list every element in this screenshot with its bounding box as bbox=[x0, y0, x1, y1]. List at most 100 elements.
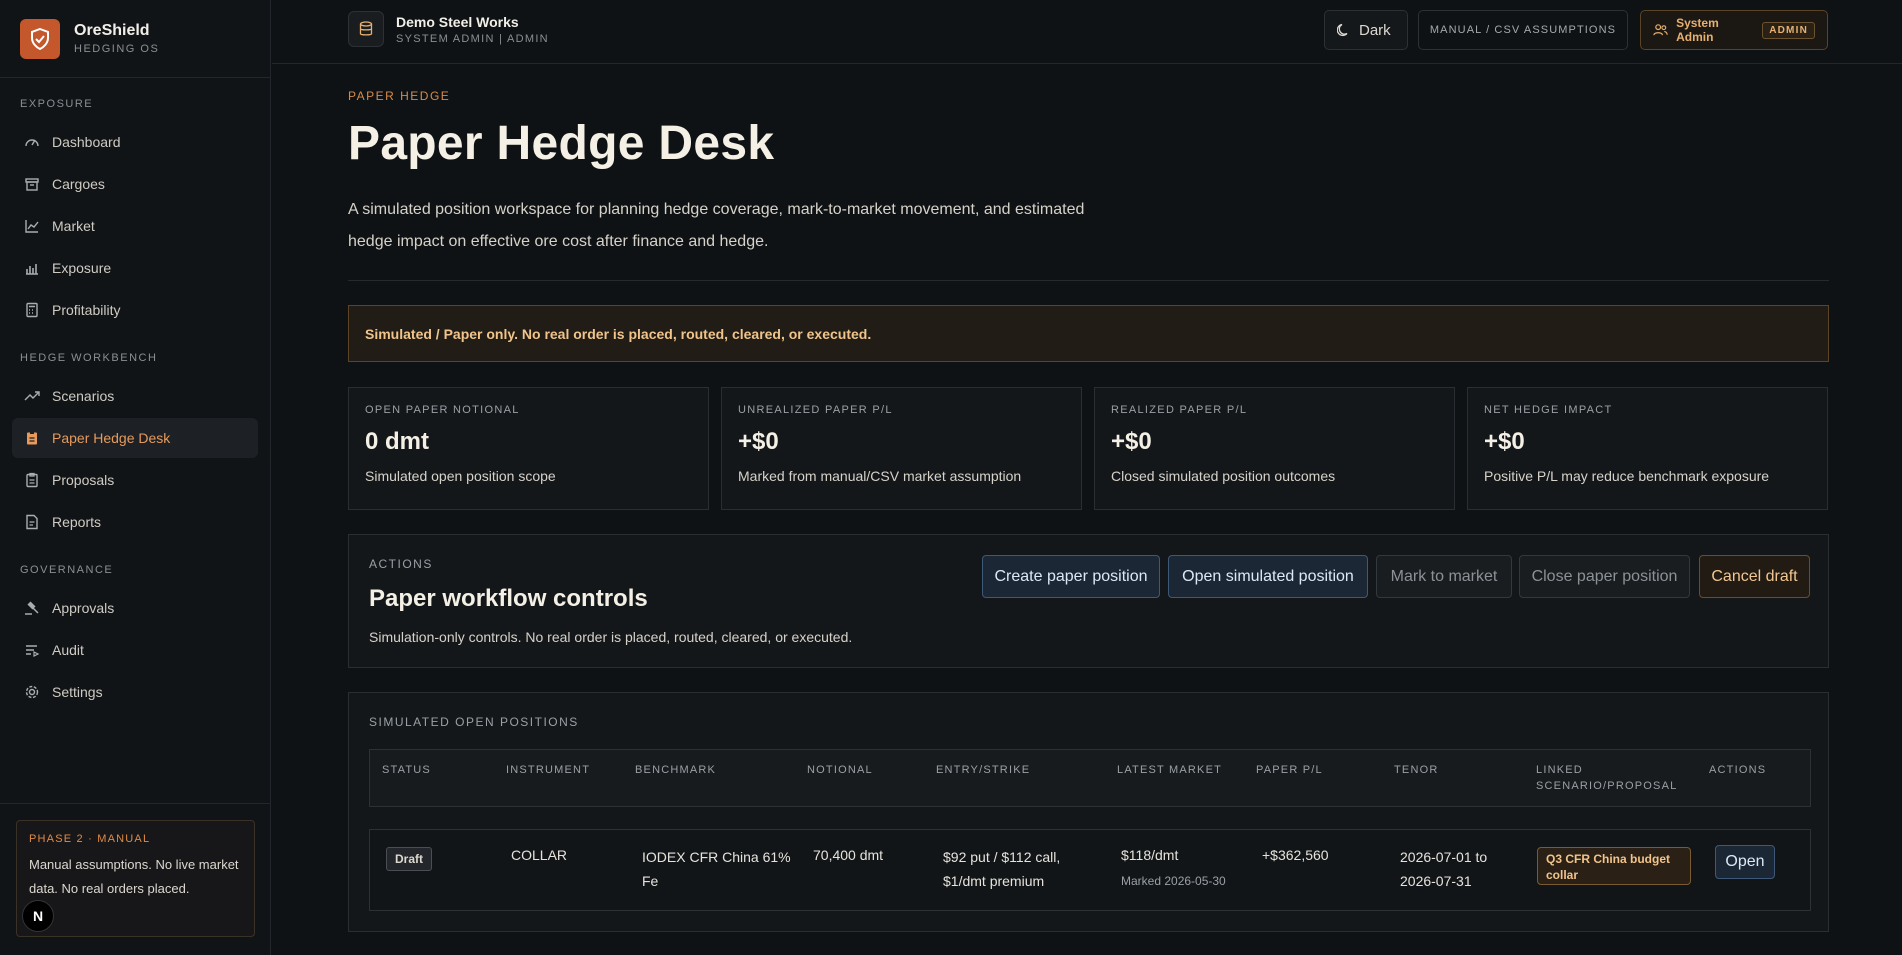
kpi-net-hedge-impact: NET HEDGE IMPACT +$0 Positive P/L may re… bbox=[1467, 387, 1828, 510]
brand-subtitle: HEDGING OS bbox=[74, 43, 160, 55]
organization: Demo Steel Works SYSTEM ADMIN | ADMIN bbox=[348, 11, 549, 47]
cancel-draft-button[interactable]: Cancel draft bbox=[1699, 555, 1810, 598]
column-header-status: STATUS bbox=[382, 764, 431, 776]
moon-icon bbox=[1337, 23, 1348, 37]
dev-tools-badge[interactable]: N bbox=[22, 900, 54, 932]
cell-entry-strike: $92 put / $112 call, $1/dmt premium bbox=[943, 849, 1061, 889]
user-name: System Admin bbox=[1676, 16, 1719, 44]
sidebar: OreShield HEDGING OS EXPOSURE Dashboard … bbox=[0, 0, 271, 955]
actions-subtitle: Simulation-only controls. No real order … bbox=[369, 629, 853, 645]
actions-title: Paper workflow controls bbox=[369, 585, 648, 612]
kpi-value: 0 dmt bbox=[365, 428, 430, 455]
sidebar-item-profitability[interactable]: Profitability bbox=[12, 290, 258, 330]
sidebar-item-label: Dashboard bbox=[52, 134, 121, 150]
kpi-subtitle: Positive P/L may reduce benchmark exposu… bbox=[1484, 468, 1770, 484]
sidebar-divider bbox=[0, 803, 271, 804]
kpi-label: UNREALIZED PAPER P/L bbox=[738, 404, 893, 416]
cell-tenor: 2026-07-01 to 2026-07-31 bbox=[1400, 849, 1488, 889]
positions-table-panel: SIMULATED OPEN POSITIONS STATUS INSTRUME… bbox=[348, 692, 1829, 932]
page-title: Paper Hedge Desk bbox=[348, 117, 775, 170]
brand[interactable]: OreShield HEDGING OS bbox=[0, 0, 270, 78]
org-subtitle: SYSTEM ADMIN | ADMIN bbox=[396, 32, 549, 45]
sidebar-item-label: Scenarios bbox=[52, 388, 115, 404]
calculator-icon bbox=[26, 302, 38, 318]
open-simulated-position-button[interactable]: Open simulated position bbox=[1168, 555, 1368, 598]
kpi-label: REALIZED PAPER P/L bbox=[1111, 404, 1248, 416]
create-paper-position-button[interactable]: Create paper position bbox=[982, 555, 1160, 598]
column-header-actions: ACTIONS bbox=[1709, 764, 1767, 776]
linked-scenario-badge[interactable]: Q3 CFR China budget collar bbox=[1537, 847, 1691, 885]
kpi-value: +$0 bbox=[1484, 428, 1525, 455]
sidebar-item-paper-hedge-desk[interactable]: Paper Hedge Desk bbox=[12, 418, 258, 458]
nav-section-governance: GOVERNANCE bbox=[20, 564, 114, 576]
status-badge: Draft bbox=[386, 847, 433, 871]
cell-paper-pl: +$362,560 bbox=[1262, 847, 1329, 863]
file-text-icon bbox=[26, 514, 38, 530]
sidebar-item-label: Audit bbox=[52, 642, 84, 658]
kpi-unrealized-paper-pl: UNREALIZED PAPER P/L +$0 Marked from man… bbox=[721, 387, 1082, 510]
mark-to-market-button[interactable]: Mark to market bbox=[1376, 555, 1512, 598]
page-eyebrow: PAPER HEDGE bbox=[348, 89, 451, 103]
factory-chart-icon bbox=[26, 264, 38, 275]
sidebar-item-scenarios[interactable]: Scenarios bbox=[12, 376, 258, 416]
sidebar-item-proposals[interactable]: Proposals bbox=[12, 460, 258, 500]
positions-eyebrow: SIMULATED OPEN POSITIONS bbox=[369, 715, 579, 729]
user-menu-button[interactable]: System Admin ADMIN bbox=[1640, 10, 1828, 50]
topbar: Demo Steel Works SYSTEM ADMIN | ADMIN Da… bbox=[272, 0, 1902, 64]
kpi-realized-paper-pl: REALIZED PAPER P/L +$0 Closed simulated … bbox=[1094, 387, 1455, 510]
clipboard-icon bbox=[27, 431, 37, 445]
sidebar-item-reports[interactable]: Reports bbox=[12, 502, 258, 542]
table-header: STATUS INSTRUMENT BENCHMARK NOTIONAL ENT… bbox=[369, 749, 1811, 807]
simulation-warning-banner: Simulated / Paper only. No real order is… bbox=[348, 305, 1829, 362]
column-header-benchmark: BENCHMARK bbox=[635, 764, 717, 776]
page-description: A simulated position workspace for plann… bbox=[348, 201, 1085, 250]
kpi-subtitle: Marked from manual/CSV market assumption bbox=[738, 468, 1022, 484]
gear-icon bbox=[25, 685, 39, 699]
sidebar-item-label: Paper Hedge Desk bbox=[52, 430, 171, 446]
sidebar-item-cargoes[interactable]: Cargoes bbox=[12, 164, 258, 204]
sidebar-item-audit[interactable]: Audit bbox=[12, 630, 258, 670]
sidebar-item-label: Proposals bbox=[52, 472, 115, 488]
cell-latest-market: $118/dmt bbox=[1121, 847, 1179, 863]
divider bbox=[348, 280, 1829, 281]
column-header-latest-market: LATEST MARKET bbox=[1117, 764, 1223, 776]
archive-icon bbox=[25, 178, 39, 191]
kpi-label: NET HEDGE IMPACT bbox=[1484, 404, 1613, 416]
sidebar-item-label: Profitability bbox=[52, 302, 121, 318]
column-header-instrument: INSTRUMENT bbox=[506, 764, 591, 776]
assumptions-badge: MANUAL / CSV ASSUMPTIONS bbox=[1418, 10, 1628, 50]
clipboard-list-icon bbox=[26, 472, 38, 488]
sidebar-item-market[interactable]: Market bbox=[12, 206, 258, 246]
open-position-button[interactable]: Open bbox=[1715, 845, 1775, 879]
database-icon bbox=[348, 11, 384, 47]
sidebar-item-exposure[interactable]: Exposure bbox=[12, 248, 258, 288]
column-header-notional: NOTIONAL bbox=[807, 764, 873, 776]
cell-instrument: COLLAR bbox=[511, 847, 568, 863]
line-chart-icon bbox=[25, 220, 39, 233]
sidebar-item-approvals[interactable]: Approvals bbox=[12, 588, 258, 628]
kpi-value: +$0 bbox=[738, 428, 779, 455]
list-filter-icon bbox=[26, 645, 40, 657]
cell-benchmark: IODEX CFR China 61% Fe bbox=[642, 849, 791, 889]
close-paper-position-button[interactable]: Close paper position bbox=[1519, 555, 1690, 598]
sidebar-item-label: Settings bbox=[52, 684, 103, 700]
cell-notional: 70,400 dmt bbox=[813, 847, 884, 863]
gavel-icon bbox=[25, 601, 39, 615]
nav-section-exposure: EXPOSURE bbox=[20, 98, 94, 110]
sidebar-item-dashboard[interactable]: Dashboard bbox=[12, 122, 258, 162]
actions-eyebrow: ACTIONS bbox=[369, 557, 433, 571]
sidebar-item-label: Exposure bbox=[52, 260, 112, 276]
actions-panel: ACTIONS Paper workflow controls Simulati… bbox=[348, 534, 1829, 668]
kpi-open-paper-notional: OPEN PAPER NOTIONAL 0 dmt Simulated open… bbox=[348, 387, 709, 510]
theme-label: Dark bbox=[1359, 21, 1391, 39]
sidebar-item-settings[interactable]: Settings bbox=[12, 672, 258, 712]
theme-toggle-button[interactable]: Dark bbox=[1324, 10, 1408, 50]
role-badge: ADMIN bbox=[1762, 21, 1815, 39]
sidebar-item-label: Market bbox=[52, 218, 95, 234]
table-row: Draft COLLAR IODEX CFR China 61% Fe 70,4… bbox=[369, 829, 1811, 911]
kpi-label: OPEN PAPER NOTIONAL bbox=[365, 404, 520, 416]
column-header-entry-strike: ENTRY/STRIKE bbox=[936, 764, 1031, 776]
trending-up-icon bbox=[24, 391, 40, 401]
phase-title: PHASE 2 · MANUAL bbox=[29, 833, 151, 845]
cell-latest-market-date: Marked 2026-05-30 bbox=[1121, 874, 1226, 888]
